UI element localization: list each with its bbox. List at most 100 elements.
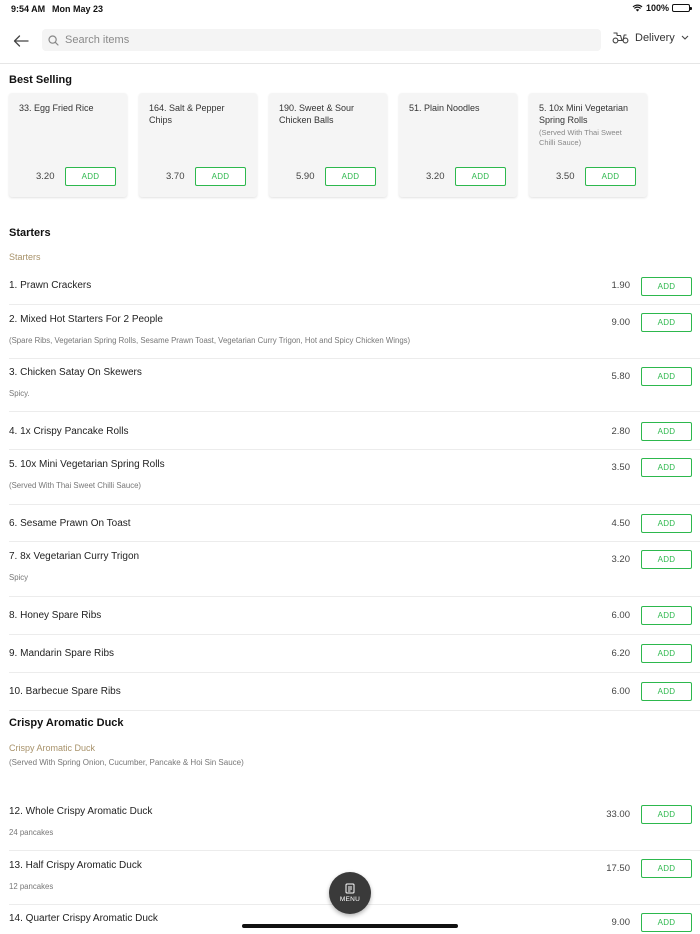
best-item-price: 3.70	[166, 171, 185, 182]
item-price: 2.80	[611, 426, 631, 437]
add-button[interactable]: ADD	[641, 644, 692, 663]
category-title: Crispy Aromatic Duck	[9, 717, 124, 729]
item-price: 6.00	[611, 610, 631, 621]
back-button[interactable]	[10, 30, 32, 52]
search-bar[interactable]	[42, 29, 601, 51]
add-button[interactable]: ADD	[641, 913, 692, 932]
item-name: 10. Barbecue Spare Ribs	[9, 686, 121, 697]
arrow-left-icon	[13, 35, 29, 47]
delivery-selector[interactable]: Delivery	[612, 31, 689, 44]
menu-item[interactable]: 1. Prawn Crackers 1.90 ADD	[9, 269, 700, 305]
item-description: (Served With Thai Sweet Chilli Sauce)	[9, 481, 142, 490]
menu-item[interactable]: 9. Mandarin Spare Ribs 6.20 ADD	[9, 635, 700, 673]
status-indicators: 100%	[632, 3, 692, 13]
item-name: 1. Prawn Crackers	[9, 280, 92, 291]
menu-item[interactable]: 3. Chicken Satay On Skewers Spicy. 5.80 …	[9, 359, 700, 412]
menu-item[interactable]: 6. Sesame Prawn On Toast 4.50 ADD	[9, 505, 700, 542]
menu-item[interactable]: 7. 8x Vegetarian Curry Trigon Spicy 3.20…	[9, 542, 700, 597]
menu-button-label: MENU	[339, 896, 361, 903]
item-name: 13. Half Crispy Aromatic Duck	[9, 860, 142, 871]
item-name: 9. Mandarin Spare Ribs	[9, 648, 115, 659]
status-date: Mon May 23	[52, 4, 104, 14]
add-button[interactable]: ADD	[641, 606, 692, 625]
add-button[interactable]: ADD	[455, 167, 506, 186]
best-selling-card[interactable]: 51. Plain Noodles 3.20 ADD	[399, 93, 517, 197]
top-bar: Delivery	[0, 22, 700, 64]
search-icon	[48, 34, 59, 46]
item-price: 33.00	[606, 809, 630, 820]
item-description: (Spare Ribs, Vegetarian Spring Rolls, Se…	[9, 336, 411, 345]
menu-item[interactable]: 4. 1x Crispy Pancake Rolls 2.80 ADD	[9, 412, 700, 450]
search-input[interactable]	[65, 34, 585, 46]
item-price: 6.20	[611, 648, 631, 659]
add-button[interactable]: ADD	[641, 458, 692, 477]
battery-icon	[672, 4, 692, 12]
category-subtitle: Crispy Aromatic Duck	[9, 743, 96, 753]
item-name: 8. Honey Spare Ribs	[9, 610, 102, 621]
add-button[interactable]: ADD	[641, 514, 692, 533]
item-price: 1.90	[611, 280, 631, 291]
status-bar: 9:54 AM Mon May 23 100%	[0, 0, 700, 18]
best-item-price: 3.20	[426, 171, 445, 182]
add-button[interactable]: ADD	[641, 550, 692, 569]
menu-book-icon	[345, 883, 355, 894]
add-button[interactable]: ADD	[641, 277, 692, 296]
add-button[interactable]: ADD	[641, 313, 692, 332]
item-name: 5. 10x Mini Vegetarian Spring Rolls	[9, 459, 165, 470]
item-description: Spicy	[9, 573, 29, 582]
delivery-label: Delivery	[635, 31, 675, 44]
add-button[interactable]: ADD	[641, 805, 692, 824]
best-selling-card[interactable]: 5. 10x Mini Vegetarian Spring Rolls (Ser…	[529, 93, 647, 197]
add-button[interactable]: ADD	[641, 682, 692, 701]
chevron-down-icon	[681, 35, 689, 40]
item-name: 12. Whole Crispy Aromatic Duck	[9, 806, 153, 817]
item-name: 7. 8x Vegetarian Curry Trigon	[9, 551, 140, 562]
category-description: (Served With Spring Onion, Cucumber, Pan…	[9, 758, 244, 767]
menu-item[interactable]: 12. Whole Crispy Aromatic Duck 24 pancak…	[9, 797, 700, 851]
add-button[interactable]: ADD	[585, 167, 636, 186]
best-selling-title: Best Selling	[9, 74, 72, 86]
category-subtitle: Starters	[9, 252, 41, 262]
add-button[interactable]: ADD	[641, 859, 692, 878]
item-price: 9.00	[611, 317, 631, 328]
add-button[interactable]: ADD	[641, 367, 692, 386]
best-item-name: 51. Plain Noodles	[409, 103, 480, 113]
menu-item[interactable]: 10. Barbecue Spare Ribs 6.00 ADD	[9, 673, 700, 711]
item-price: 17.50	[606, 863, 630, 874]
best-selling-card[interactable]: 33. Egg Fried Rice 3.20 ADD	[9, 93, 127, 197]
best-item-name: 33. Egg Fried Rice	[19, 103, 94, 113]
best-item-price: 3.50	[556, 171, 575, 182]
menu-item[interactable]: 5. 10x Mini Vegetarian Spring Rolls (Ser…	[9, 450, 700, 505]
item-price: 3.20	[611, 554, 631, 565]
item-price: 4.50	[611, 518, 631, 529]
add-button[interactable]: ADD	[65, 167, 116, 186]
wifi-icon	[632, 4, 643, 12]
add-button[interactable]: ADD	[641, 422, 692, 441]
best-selling-card[interactable]: 164. Salt & Pepper Chips 3.70 ADD	[139, 93, 257, 197]
category-title: Starters	[9, 227, 51, 239]
item-name: 6. Sesame Prawn On Toast	[9, 518, 131, 529]
add-button[interactable]: ADD	[195, 167, 246, 186]
item-name: 3. Chicken Satay On Skewers	[9, 367, 142, 378]
home-indicator	[242, 924, 458, 928]
item-name: 2. Mixed Hot Starters For 2 People	[9, 314, 163, 325]
best-item-price: 3.20	[36, 171, 55, 182]
item-name: 4. 1x Crispy Pancake Rolls	[9, 426, 129, 437]
menu-item[interactable]: 8. Honey Spare Ribs 6.00 ADD	[9, 597, 700, 635]
best-selling-row: 33. Egg Fried Rice 3.20 ADD 164. Salt & …	[9, 93, 647, 197]
menu-button[interactable]: MENU	[329, 872, 371, 914]
best-item-name: 164. Salt & Pepper Chips	[149, 103, 225, 125]
item-description: 12 pancakes	[9, 882, 54, 891]
item-description: 24 pancakes	[9, 828, 54, 837]
menu-item[interactable]: 2. Mixed Hot Starters For 2 People (Spar…	[9, 305, 700, 359]
scooter-icon	[612, 32, 629, 44]
best-selling-card[interactable]: 190. Sweet & Sour Chicken Balls 5.90 ADD	[269, 93, 387, 197]
best-item-description: (Served With Thai Sweet Chilli Sauce)	[539, 128, 622, 147]
item-description: Spicy.	[9, 389, 30, 398]
best-item-name: 5. 10x Mini Vegetarian Spring Rolls	[539, 103, 629, 125]
item-price: 5.80	[611, 371, 631, 382]
best-item-price: 5.90	[296, 171, 315, 182]
item-price: 9.00	[611, 917, 631, 928]
item-name: 14. Quarter Crispy Aromatic Duck	[9, 913, 158, 924]
add-button[interactable]: ADD	[325, 167, 376, 186]
